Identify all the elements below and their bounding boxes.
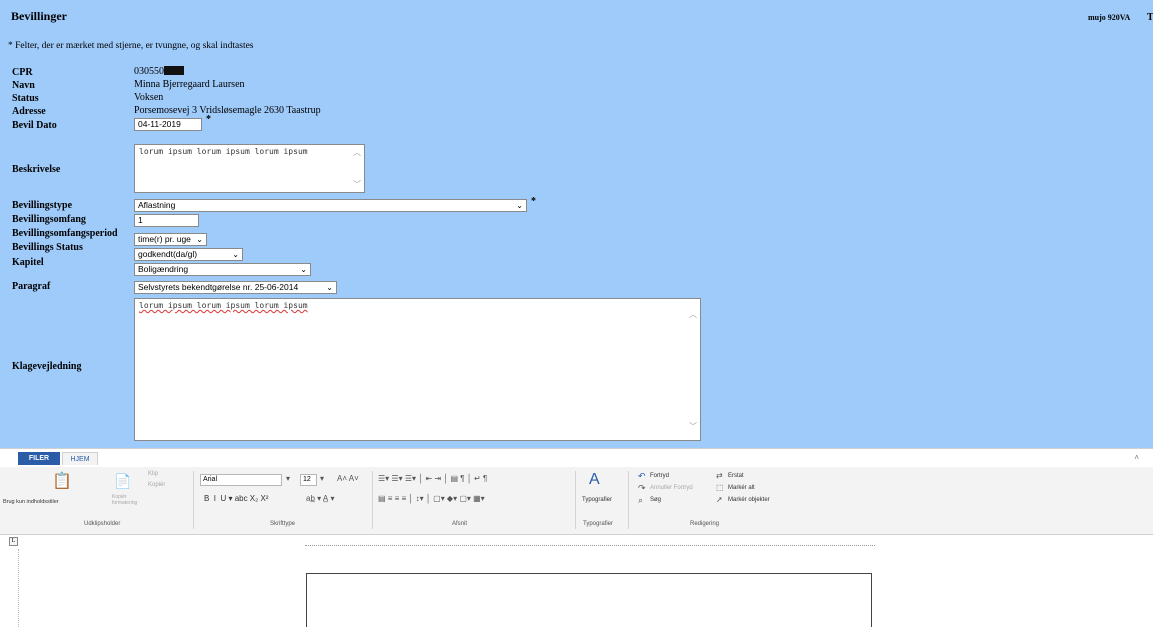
align-icons[interactable]: ▤ ≡ ≡ ≡ │ ↕▾ │ ▢▾ ◆▾ ▢▾ ▦▾ (378, 494, 485, 503)
bevillings-status-select[interactable]: godkendt(da/gl) ⌄ (134, 248, 243, 261)
scroll-down-icon[interactable]: ﹀ (689, 421, 697, 432)
list-icons[interactable]: ☰▾ ☰▾ ☰▾ │ ⇤ ⇥ │ ▤ ¶ │ ↵ ¶ (378, 474, 487, 483)
adresse-label: Adresse (12, 106, 46, 117)
scroll-up-icon[interactable]: ︿ (689, 309, 697, 320)
undo-icon[interactable]: ↶ (638, 471, 646, 482)
bevillingsomfang-label: Bevillingsomfang (12, 214, 86, 225)
editor-ribbon: FILER HJEM ˄ 📋 Brug kun indholdsstiler 📄… (0, 448, 1153, 535)
bevil-dato-input[interactable]: 04-11-2019 (134, 118, 202, 131)
divider (628, 471, 629, 529)
required-star: * (531, 196, 536, 207)
undo-button[interactable]: Fortryd (650, 473, 669, 479)
bevillingsomfang-input[interactable]: 1 (134, 214, 199, 227)
divider (372, 471, 373, 529)
collapse-ribbon-icon[interactable]: ˄ (1134, 453, 1139, 462)
paste-button[interactable]: Brug kun indholdsstiler (3, 499, 83, 505)
search-icon[interactable]: ⌕ (638, 495, 643, 506)
divider (193, 471, 194, 529)
scroll-up-icon[interactable]: ︿ (353, 147, 361, 158)
bevillingsomfangsperiod-select[interactable]: time(r) pr. uge ⌄ (134, 233, 207, 246)
beskrivelse-label: Beskrivelse (12, 164, 61, 175)
klagevejledning-textarea[interactable]: lorum ipsum lorum ipsum lorum ipsum ︿ ﹀ (134, 298, 701, 441)
styles-button[interactable]: Typografier (582, 497, 612, 503)
klagevejledning-label: Klagevejledning (12, 361, 82, 372)
cpr-redaction (164, 66, 184, 75)
beskrivelse-textarea[interactable]: lorum ipsum lorum ipsum lorum ipsum ︿ ﹀ (134, 144, 365, 193)
bevillings-status-label: Bevillings Status (12, 242, 83, 253)
klagevejledning-text: lorum ipsum lorum ipsum lorum ipsum (139, 301, 308, 310)
divider (575, 471, 576, 529)
cpr-value: 030550 (134, 66, 184, 77)
vertical-ruler (18, 549, 24, 627)
required-note: * Felter, der er mærket med stjerne, er … (8, 41, 254, 51)
bevillingstype-select[interactable]: Aflastning ⌄ (134, 199, 527, 212)
editing-group-label: Redigering (690, 521, 720, 527)
font-size-select[interactable]: 12 (300, 474, 317, 486)
tab-selector[interactable]: L (9, 537, 18, 546)
chevron-down-icon: ⌄ (232, 250, 239, 259)
select-all-button[interactable]: Markér alt (728, 485, 755, 491)
format-painter-button[interactable]: Kopiér formatering (112, 494, 146, 506)
page-title: Bevillinger (11, 9, 67, 23)
tab-filer[interactable]: FILER (18, 452, 60, 465)
paste-gray-icon: 📄 (114, 473, 132, 489)
redo-icon: ↷ (638, 483, 646, 493)
status-label: Status (12, 93, 39, 104)
font-group-label: Skrifttype (270, 521, 296, 527)
paste-icon[interactable]: 📋 (52, 471, 72, 491)
bevil-dato-label: Bevil Dato (12, 120, 57, 131)
redo-button[interactable]: Annuller Fortryd (650, 485, 693, 491)
chevron-down-icon[interactable]: ▾ (320, 474, 324, 483)
styles-icon[interactable]: A (589, 471, 600, 489)
kapitel-select[interactable]: Boligændring ⌄ (134, 263, 311, 276)
paragraf-label: Paragraf (12, 281, 51, 292)
status-value: Voksen (134, 92, 164, 103)
chevron-down-icon[interactable]: ▾ (286, 474, 290, 483)
copy-button[interactable]: Kopiér (148, 482, 165, 488)
grow-shrink-font-icon[interactable]: A˄ A˅ (337, 474, 359, 483)
select-objects-button[interactable]: Markér objekter (728, 497, 770, 503)
highlight-icon[interactable]: ab̲ ▾ A̲ ▾ (306, 494, 335, 503)
bevillingstype-label: Bevillingstype (12, 200, 73, 211)
find-button[interactable]: Søg (650, 497, 661, 503)
cut-button[interactable]: Klip (148, 471, 158, 477)
chevron-down-icon: ⌄ (196, 235, 203, 244)
beskrivelse-text: lorum ipsum lorum ipsum lorum ipsum (139, 147, 308, 156)
document-page[interactable] (306, 573, 872, 627)
scroll-down-icon[interactable]: ﹀ (353, 179, 361, 190)
select-all-icon[interactable]: ⬚ (716, 483, 724, 492)
paragraf-select[interactable]: Selvstyrets bekendtgørelse nr. 25-06-201… (134, 281, 337, 294)
replace-icon[interactable]: ⇄ (716, 471, 723, 480)
navn-label: Navn (12, 80, 35, 91)
kapitel-label: Kapitel (12, 257, 44, 268)
cpr-number: 030550 (134, 66, 164, 77)
replace-button[interactable]: Erstat (728, 473, 744, 479)
bevillingsomfangsperiod-label: Bevillingsomfangsperiod (12, 228, 118, 239)
chevron-down-icon: ⌄ (300, 265, 307, 274)
clipboard-group-label: Udklipsholder (84, 521, 121, 527)
horizontal-ruler[interactable] (305, 539, 875, 546)
select-objects-icon[interactable]: ➚ (716, 495, 723, 504)
cpr-label: CPR (12, 67, 33, 78)
user-label: mujo 920VA (1088, 13, 1131, 22)
paragraph-group-label: Afsnit (452, 521, 468, 527)
required-star: * (206, 114, 211, 125)
chevron-down-icon: ⌄ (326, 283, 333, 292)
form-area: Bevillinger mujo 920VA T * Felter, der e… (0, 0, 1153, 448)
tab-hjem[interactable]: HJEM (62, 452, 98, 465)
edge-char: T (1147, 12, 1153, 23)
ruler-row: L (0, 535, 1153, 549)
ribbon-body: 📋 Brug kun indholdsstiler 📄 Klip Kopiér … (0, 467, 1153, 536)
bold-italic-underline-icon[interactable]: B I U ▾ abc X₂ X² (204, 494, 268, 503)
chevron-down-icon: ⌄ (516, 201, 523, 210)
navn-value: Minna Bjerregaard Laursen (134, 79, 245, 90)
styles-group-label: Typografier (583, 521, 614, 527)
font-family-select[interactable]: Arial (200, 474, 282, 486)
ribbon-tabs: FILER HJEM ˄ (0, 449, 1153, 467)
adresse-value: Porsemosevej 3 Vridsløsemagle 2630 Taast… (134, 105, 321, 116)
